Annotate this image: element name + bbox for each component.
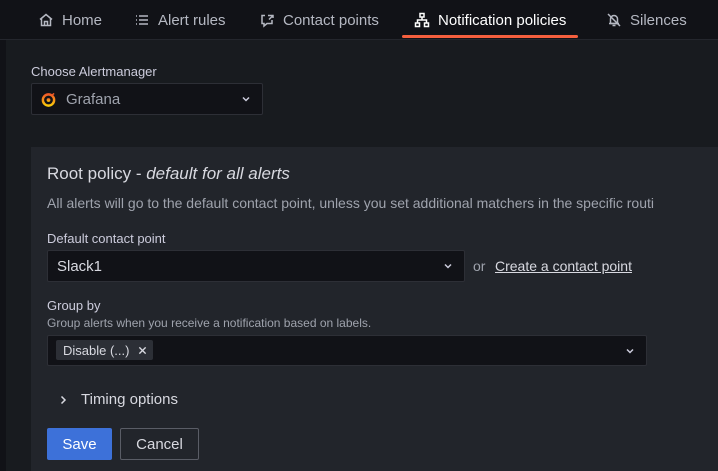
chevron-down-icon <box>242 96 250 102</box>
tab-home[interactable]: Home <box>38 0 102 40</box>
list-icon <box>136 15 148 25</box>
tab-notification-policies-label: Notification policies <box>438 11 567 29</box>
timing-options-label: Timing options <box>81 391 178 408</box>
group-by-chip-label: Disable (...) <box>63 342 130 358</box>
group-by-description: Group alerts when you receive a notifica… <box>47 316 372 330</box>
tab-home-label: Home <box>62 11 103 29</box>
tab-alert-rules[interactable]: Alert rules <box>134 0 226 40</box>
alertmanager-selected-value: Grafana <box>66 90 121 108</box>
group-by-chip: Disable (...) <box>56 340 154 360</box>
alertmanager-select[interactable]: Grafana <box>31 83 263 115</box>
active-tab-indicator <box>402 35 579 38</box>
tab-silences-label: Silences <box>630 11 687 29</box>
root-policy-description: All alerts will go to the default contac… <box>47 195 654 211</box>
contact-point-label: Default contact point <box>47 231 166 246</box>
cancel-button[interactable]: Cancel <box>120 428 199 460</box>
tab-contact-points-label: Contact points <box>283 11 379 29</box>
tab-contact-points[interactable]: Contact points <box>259 0 379 40</box>
root-policy-subtitle: default for all alerts <box>146 164 290 183</box>
timing-options-toggle[interactable]: Timing options <box>58 391 178 408</box>
group-by-label: Group by <box>47 298 101 313</box>
root-policy-separator: - <box>131 164 147 183</box>
tab-silences[interactable]: Silences <box>606 0 687 40</box>
bell-slash-icon <box>607 13 621 27</box>
tab-bar: Home Alert rules Contact points Notifica… <box>0 0 718 40</box>
root-policy-title: Root policy - default for all alerts <box>47 164 290 184</box>
chevron-down-icon <box>626 348 634 354</box>
create-contact-point-link[interactable]: Create a contact point <box>495 258 632 274</box>
alertmanager-label: Choose Alertmanager <box>31 64 157 79</box>
grafana-logo-icon <box>41 92 56 107</box>
root-policy-title-text: Root policy <box>47 164 132 183</box>
sitemap-icon <box>414 12 430 28</box>
chevron-right-icon <box>60 395 67 404</box>
chevron-down-icon <box>444 263 452 269</box>
home-icon <box>39 13 53 27</box>
close-icon[interactable] <box>138 346 147 355</box>
contact-point-select[interactable]: Slack1 <box>47 250 465 282</box>
tab-notification-policies[interactable]: Notification policies <box>402 0 579 40</box>
or-text: or <box>473 258 486 274</box>
save-button[interactable]: Save <box>47 428 112 460</box>
contact-point-selected-value: Slack1 <box>57 257 103 275</box>
tab-alert-rules-label: Alert rules <box>158 11 226 29</box>
comment-alt-share-icon <box>261 14 274 28</box>
